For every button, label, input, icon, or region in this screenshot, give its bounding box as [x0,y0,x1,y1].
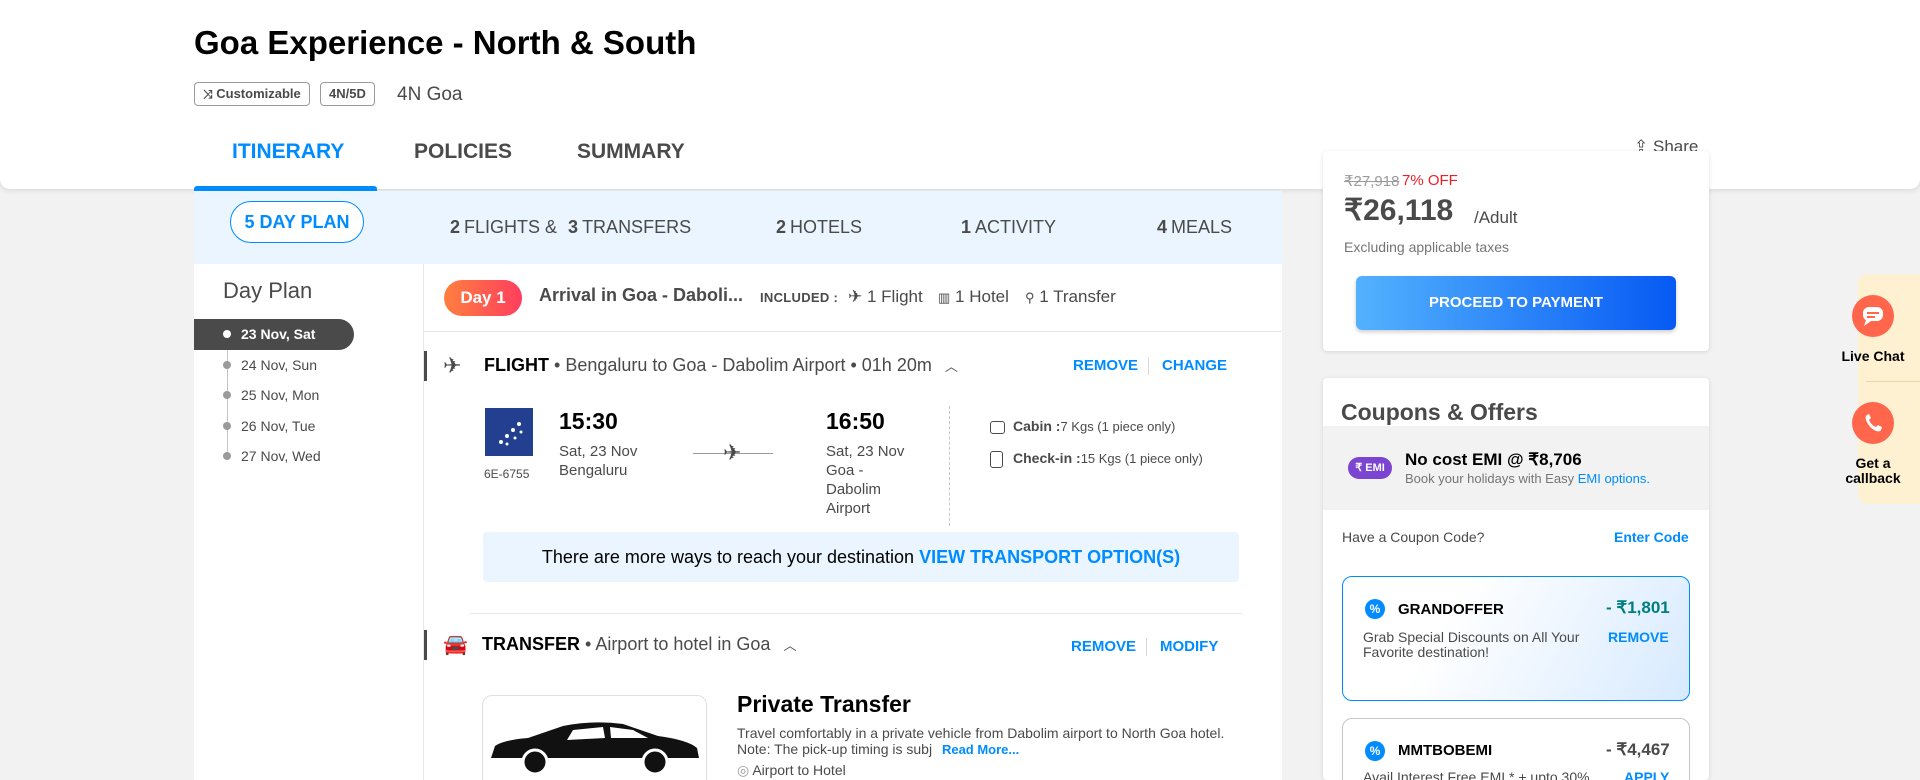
transfer-description: Travel comfortably in a private vehicle … [737,725,1225,778]
divider [1866,381,1920,382]
timeline-dot [223,361,231,369]
divider [1148,357,1149,375]
coupons-heading: Coupons & Offers [1341,399,1538,425]
day-plan-pill[interactable]: 5 DAY PLAN [230,201,364,243]
meals-nav[interactable]: 4 MEALS [1157,211,1232,243]
destination-label: 4N Goa [397,84,463,105]
shuffle-icon: ⤨ [203,87,213,101]
coupon-description: Grab Special Discounts on All Your Favor… [1363,629,1580,660]
included-label: INCLUDED : [760,290,839,305]
customizable-tag: ⤨ Customizable [194,82,310,106]
enter-code-link[interactable]: Enter Code [1614,529,1689,545]
plane-icon: ✈ [443,353,462,378]
coupon-apply-button[interactable]: APPLY [1624,769,1669,780]
timeline-dot [223,452,231,460]
discount-label: 7% OFF [1402,172,1458,189]
final-price: ₹26,118 [1344,194,1454,227]
coupon-description: Avail Interest Free EMI * + upto 30% [1363,770,1590,780]
arrival-time: 16:50 [826,408,885,434]
car-image [482,695,707,780]
location-icon: ◎ [737,762,750,778]
day-badge: Day 1 [444,280,522,316]
coupon-code: MMTBOBEMI [1398,742,1493,759]
included-flight: ✈ 1 Flight [848,287,923,306]
luggage-icon [990,450,1003,468]
original-price: ₹27,918 [1344,173,1400,190]
car-icon: 🚘 [443,634,468,656]
tab-policies[interactable]: POLICIES [414,140,512,164]
hotels-nav[interactable]: 2 HOTELS [776,211,862,243]
timeline-dot [223,422,231,430]
departure-time: 15:30 [559,408,618,434]
checkin-baggage: Check-in :15 Kgs (1 piece only) [990,450,1203,468]
tax-note: Excluding applicable taxes [1344,239,1509,255]
plane-icon: ✈ [723,440,742,465]
emi-options-link[interactable]: EMI options. [1578,471,1650,486]
transport-options-banner: There are more ways to reach your destin… [483,532,1239,582]
section-marker [424,630,427,660]
live-chat-button[interactable]: Live Chat [1838,349,1908,364]
day-title: Arrival in Goa - Daboli... [539,285,744,305]
departure-city: Bengaluru [559,462,628,479]
activity-nav[interactable]: 1 ACTIVITY [961,211,1056,243]
transfer-title: Private Transfer [737,691,911,717]
sedan-icon [491,722,699,776]
transfer-section-header: TRANSFER • Airport to hotel in Goa ︿ [482,634,797,654]
transfer-remove-button[interactable]: REMOVE [1071,638,1136,655]
bag-icon [990,420,1005,434]
emi-icon: ₹ EMI [1348,457,1392,479]
flight-section-header: FLIGHT • Bengaluru to Goa - Dabolim Airp… [484,355,958,375]
coupon-remove-button[interactable]: REMOVE [1608,629,1669,645]
day-item-2[interactable]: 24 Nov, Sun [241,357,317,373]
discount-icon: % [1365,599,1385,619]
divider [949,406,950,526]
day-plan-heading: Day Plan [223,278,313,303]
emi-subtext: Book your holidays with Easy EMI options… [1405,471,1650,486]
coupon-code-label: Have a Coupon Code? [1342,529,1485,545]
airline-logo [485,408,533,456]
read-more-link[interactable]: Read More... [942,742,1019,757]
view-transport-options-link[interactable]: VIEW TRANSPORT OPTION(S) [919,547,1180,567]
discount-icon: % [1365,741,1385,761]
price-unit: /Adult [1474,208,1518,227]
included-transfer: ⚲ 1 Transfer [1025,287,1116,306]
arrival-date: Sat, 23 Nov [826,443,905,460]
divider [1146,638,1147,656]
coupon-amount: - ₹4,467 [1606,740,1670,759]
day-item-5[interactable]: 27 Nov, Wed [241,448,321,464]
section-marker [424,351,427,381]
timeline-dot [223,391,231,399]
package-title: Goa Experience - North & South [194,24,697,61]
divider [470,613,1242,614]
person-icon: ⚲ [1025,290,1035,305]
proceed-to-payment-button[interactable]: PROCEED TO PAYMENT [1356,276,1676,330]
flight-change-button[interactable]: CHANGE [1162,357,1227,374]
arrival-city: Goa - Dabolim Airport [826,462,882,517]
flight-remove-button[interactable]: REMOVE [1073,357,1138,374]
flight-number: 6E-6755 [484,467,530,481]
coupon-amount: - ₹1,801 [1606,598,1670,617]
tab-summary[interactable]: SUMMARY [577,140,685,164]
chat-icon[interactable] [1852,295,1894,337]
duration-tag: 4N/5D [320,82,375,106]
chevron-up-icon[interactable]: ︿ [783,638,796,653]
plane-icon: ✈ [848,287,863,306]
flights-transfers-nav[interactable]: 2 FLIGHTS & 3 TRANSFERS [450,211,691,243]
transfer-modify-button[interactable]: MODIFY [1160,638,1218,655]
emi-title: No cost EMI @ ₹8,706 [1405,450,1582,469]
chevron-up-icon[interactable]: ︿ [945,359,958,374]
phone-icon[interactable] [1852,402,1894,444]
departure-date: Sat, 23 Nov [559,443,638,460]
day-item-3[interactable]: 25 Nov, Mon [241,387,319,403]
day-item-4[interactable]: 26 Nov, Tue [241,418,315,434]
included-hotel: ▥ 1 Hotel [938,287,1009,306]
coupon-code: GRANDOFFER [1398,601,1504,618]
cabin-baggage: Cabin :7 Kgs (1 piece only) [990,418,1175,434]
tab-itinerary[interactable]: ITINERARY [232,140,344,164]
get-callback-button[interactable]: Get a callback [1838,456,1908,486]
day-item-1[interactable]: 23 Nov, Sat [241,326,315,342]
timeline-dot [223,330,231,338]
hotel-icon: ▥ [938,290,951,305]
